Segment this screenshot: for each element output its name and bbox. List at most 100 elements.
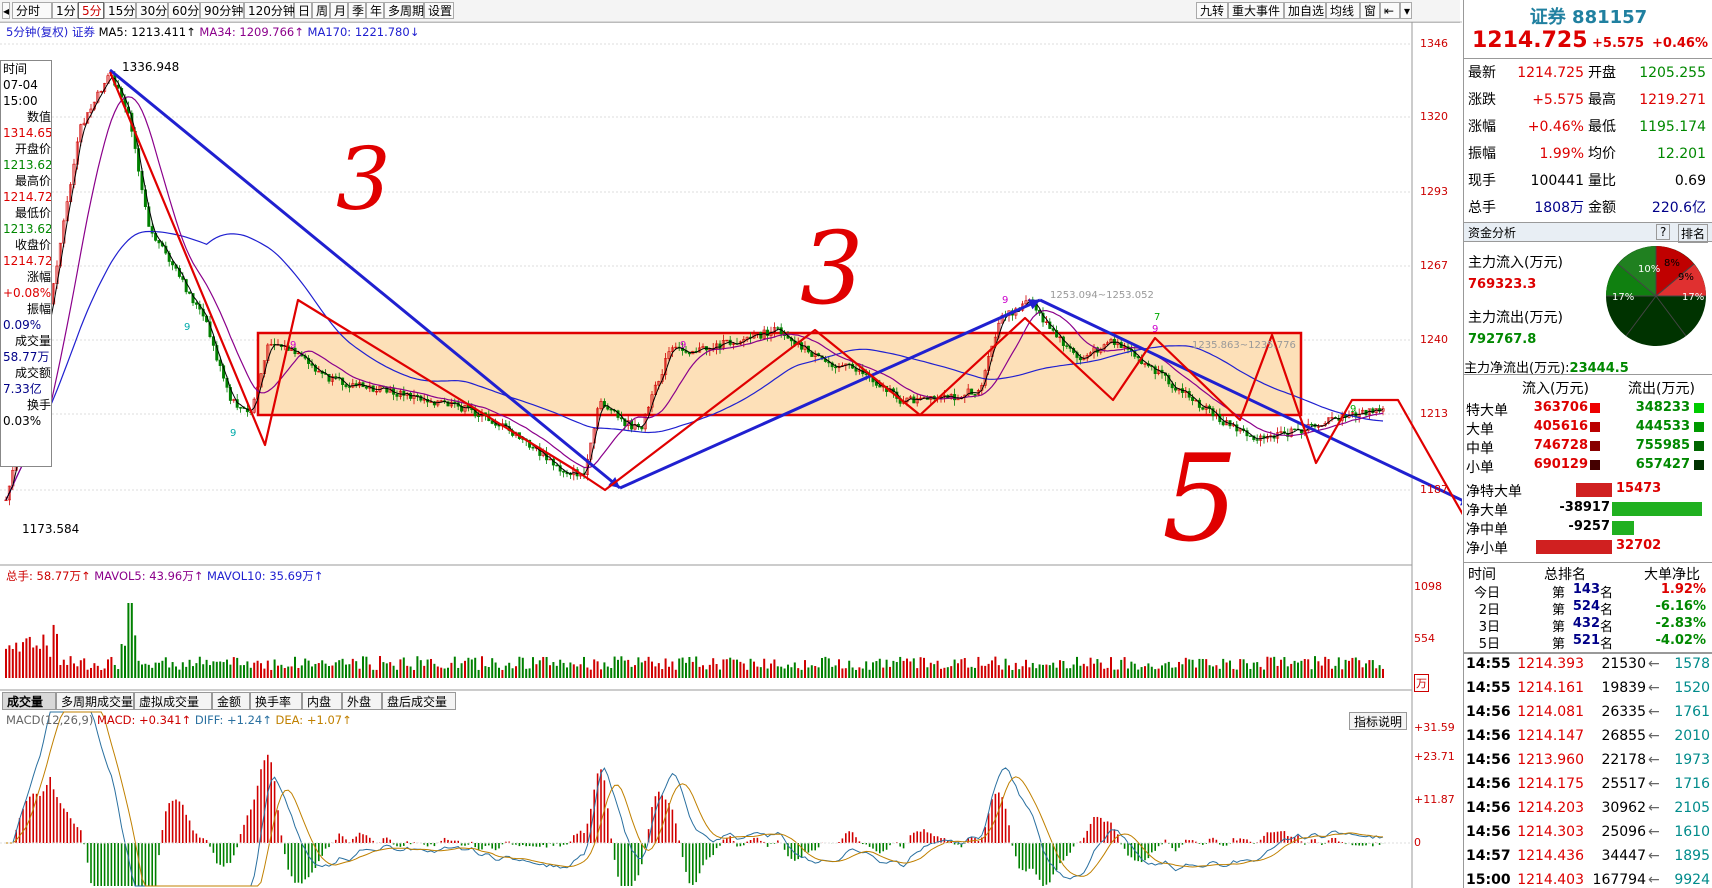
- volume-bar: [1266, 656, 1269, 678]
- volume-bar: [889, 666, 891, 678]
- volume-bar: [212, 661, 215, 678]
- volume-bar: [168, 667, 171, 678]
- volume-bar: [460, 663, 463, 678]
- rank-prefix-3: 第: [1552, 637, 1566, 652]
- volume-bar: [756, 666, 759, 678]
- volume-bar: [783, 668, 786, 678]
- volume-bar: [164, 657, 167, 678]
- volume-bar: [1072, 664, 1075, 678]
- volume-bar: [804, 660, 806, 678]
- candle-body: [912, 396, 916, 404]
- tick-price-2: 1214.081: [1517, 704, 1584, 720]
- handwritten-number-5: 5: [1162, 430, 1239, 569]
- volume-bar: [433, 663, 436, 678]
- volume-bar: [521, 657, 524, 678]
- volume-bar: [634, 665, 636, 678]
- volume-bar: [1154, 669, 1157, 678]
- quote-l2-3: 均价: [1588, 146, 1616, 162]
- volume-bar: [1348, 660, 1350, 678]
- tick-price-6: 1214.203: [1517, 800, 1584, 816]
- volume-bar: [712, 658, 715, 678]
- volume-bar: [1008, 665, 1010, 678]
- fund-help-button[interactable]: ?: [1656, 224, 1671, 240]
- volume-bar: [385, 663, 388, 678]
- info-item-21: 换手: [26, 398, 51, 412]
- volume-bar: [280, 664, 283, 678]
- volume-bar: [1269, 657, 1272, 678]
- diff-value: DIFF: +1.24↑: [194, 713, 272, 727]
- volume-axis-top: 1098: [1414, 580, 1442, 593]
- volume-bar: [1096, 659, 1099, 678]
- volume-bar: [379, 656, 381, 678]
- volume-bar: [674, 669, 677, 678]
- candle-body: [555, 464, 559, 467]
- volume-bar: [657, 663, 660, 678]
- volume-bar: [1365, 663, 1367, 678]
- indicator-tab-2[interactable]: 虚拟成交量: [134, 692, 212, 710]
- volume-bar: [270, 669, 273, 678]
- tick-time-4: 14:56: [1466, 752, 1511, 768]
- kline-chart[interactable]: 9997999 9: [0, 0, 1462, 888]
- volume-bar: [1157, 668, 1160, 678]
- pie-label-1: 10%: [1638, 264, 1660, 275]
- flow-name-3: 小单: [1466, 460, 1494, 476]
- volume-bar: [763, 658, 766, 678]
- volume-bar: [923, 657, 925, 678]
- volume-bar: [957, 663, 959, 678]
- volume-bar: [345, 664, 347, 678]
- tick-volume-8: 34447: [1601, 848, 1646, 864]
- volume-bar: [436, 666, 439, 678]
- td-count-label: 9: [1350, 404, 1356, 415]
- volume-bar: [192, 666, 194, 678]
- volume-bar: [919, 657, 922, 678]
- mavol10-value: MAVOL10: 35.69万↑: [207, 569, 324, 583]
- volume-bar: [617, 659, 619, 678]
- volume-bar: [1103, 668, 1106, 678]
- volume-bar: [1310, 669, 1313, 678]
- volume-bar: [589, 669, 592, 678]
- volume-bar: [1113, 669, 1116, 678]
- candle-body: [776, 327, 780, 329]
- indicator-tab-5[interactable]: 内盘: [302, 692, 342, 710]
- volume-bar: [1164, 663, 1167, 678]
- volume-bar: [518, 656, 521, 678]
- volume-bar: [1229, 660, 1231, 678]
- candle-body: [1170, 383, 1174, 389]
- indicator-tab-4[interactable]: 换手率: [250, 692, 302, 710]
- volume-bar: [593, 659, 596, 678]
- tick-time-1: 14:55: [1466, 680, 1511, 696]
- volume-bar: [834, 665, 837, 678]
- fund-analysis-header: 资金分析 ? 排名: [1464, 222, 1712, 243]
- range-top-label: 1253.094~1253.052: [1050, 290, 1154, 301]
- indicator-help-button[interactable]: 指标说明: [1349, 712, 1408, 730]
- tick-volume-6: 30962: [1601, 800, 1646, 816]
- rank-ratio-2: -2.83%: [1655, 616, 1707, 631]
- volume-bar: [865, 661, 868, 678]
- indicator-tab-1[interactable]: 多周期成交量: [56, 692, 134, 710]
- volume-bar: [222, 662, 225, 678]
- volume-bar: [1018, 669, 1021, 678]
- price-axis-label-3: 1267: [1420, 259, 1448, 272]
- indicator-tab-0[interactable]: 成交量: [2, 692, 56, 710]
- fund-rank-button[interactable]: 排名: [1678, 224, 1709, 243]
- volume-bar: [953, 659, 956, 678]
- info-item-18: 58.77万: [3, 350, 50, 364]
- volume-bar: [1320, 665, 1323, 678]
- volume-bar: [477, 669, 480, 678]
- volume-bar: [838, 659, 840, 678]
- quote-v2-3: 12.201: [1657, 146, 1706, 162]
- tick-count-2: 1761: [1674, 704, 1710, 720]
- tick-count-5: 1716: [1674, 776, 1710, 792]
- indicator-tab-7[interactable]: 盘后成交量: [382, 692, 456, 710]
- volume-bar: [991, 660, 993, 678]
- indicator-tab-6[interactable]: 外盘: [342, 692, 382, 710]
- net-name-2: 净中单: [1466, 522, 1508, 538]
- indicator-tab-3[interactable]: 金额: [212, 692, 250, 710]
- volume-bar: [1286, 666, 1289, 678]
- volume-bar: [467, 657, 470, 678]
- volume-bar: [470, 659, 473, 678]
- volume-bar: [1208, 665, 1211, 678]
- candle-body: [834, 366, 838, 369]
- tick-count-7: 1610: [1674, 824, 1710, 840]
- volume-bar: [1293, 660, 1296, 678]
